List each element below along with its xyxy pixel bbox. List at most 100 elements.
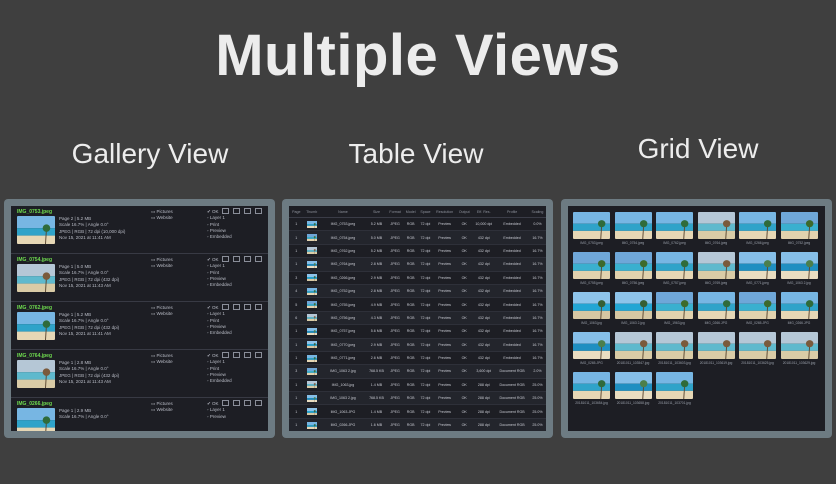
grid-thumbnail[interactable] bbox=[573, 372, 610, 399]
table-row[interactable]: 1 IMG_0753.jpeg 5.2 MB JPEG RGB 72 dpi Preview… bbox=[289, 217, 546, 232]
edit-icon[interactable] bbox=[244, 256, 251, 262]
grid-thumbnail[interactable] bbox=[697, 212, 735, 239]
column-header[interactable]: Eff. Res. bbox=[472, 206, 496, 218]
grid-thumbnail[interactable] bbox=[656, 252, 693, 279]
table-row[interactable]: 3 IMG_0266.jpeg 2.9 MB JPEG RGB 72 dpi Preview… bbox=[289, 271, 546, 285]
menu-icon[interactable] bbox=[255, 400, 262, 406]
grid-thumbnail[interactable] bbox=[780, 332, 818, 359]
menu-icon[interactable] bbox=[255, 208, 262, 214]
table-row[interactable]: 1 IMG_0771.jpeg 2.6 MB JPEG RGB 72 dpi Preview… bbox=[289, 351, 546, 366]
folder-icon[interactable] bbox=[233, 352, 240, 358]
link-icon[interactable] bbox=[222, 400, 229, 406]
column-header[interactable]: Name bbox=[319, 206, 367, 218]
table-row[interactable]: 1 IMG_1063.JPG 1.4 MB JPEG RGB 72 dpi Preview O… bbox=[289, 404, 546, 419]
grid-item[interactable]: IMG_0754.jpeg bbox=[614, 212, 652, 245]
grid-item[interactable]: 20181011_103701.jpg bbox=[656, 372, 693, 405]
grid-thumbnail[interactable] bbox=[614, 292, 652, 319]
column-header[interactable]: Thumb bbox=[303, 206, 320, 218]
menu-icon[interactable] bbox=[255, 304, 262, 310]
column-header[interactable]: Scaling bbox=[528, 206, 546, 218]
grid-thumbnail[interactable] bbox=[739, 332, 776, 359]
grid-item[interactable]: IMG_0756.jpeg bbox=[614, 252, 652, 285]
grid-item[interactable]: IMG_0266.jpeg bbox=[739, 212, 776, 245]
table-row[interactable]: 1 IMG_1063.jpg 1.4 MB JPEG RGB 72 dpi Preview O… bbox=[289, 378, 546, 393]
folder-icon[interactable] bbox=[233, 400, 240, 406]
table-row[interactable]: 1 IMG_0754.jpeg 5.0 MB JPEG RGB 72 dpi Preview… bbox=[289, 230, 546, 245]
grid-thumbnail[interactable] bbox=[614, 252, 652, 279]
grid-thumbnail[interactable] bbox=[739, 292, 776, 319]
grid-item[interactable]: IMG_0762.jpeg bbox=[656, 212, 693, 245]
grid-thumbnail[interactable] bbox=[697, 292, 735, 319]
gallery-item[interactable]: IMG_0762.jpeg Page 1 | 5.2 MB Scale 16.7% … bbox=[11, 302, 268, 350]
grid-item[interactable]: IMG_0755.jpeg bbox=[573, 252, 610, 285]
link-icon[interactable] bbox=[222, 304, 229, 310]
grid-thumbnail[interactable] bbox=[656, 292, 693, 319]
edit-icon[interactable] bbox=[244, 208, 251, 214]
table-row[interactable]: 6 IMG_0756.jpeg 4.3 MB JPEG RGB 72 dpi Preview… bbox=[289, 311, 546, 326]
grid-item[interactable]: 20181011_103547.jpg bbox=[614, 332, 652, 365]
column-header[interactable]: Profile bbox=[495, 206, 529, 218]
grid-thumbnail[interactable] bbox=[656, 372, 693, 399]
grid-item[interactable]: 20181011_103654.jpg bbox=[573, 372, 610, 405]
folder-icon[interactable] bbox=[233, 256, 240, 262]
column-header[interactable]: Model bbox=[403, 206, 418, 218]
table-row[interactable]: 1 IMG_0764.jpeg 2.8 MB JPEG RGB 72 dpi Preview… bbox=[289, 257, 546, 272]
link-icon[interactable] bbox=[222, 208, 229, 214]
table-row[interactable]: 1 IMG_1063 2.jpg 768.5 KB JPEG RGB 72 dpi Prev… bbox=[289, 391, 546, 406]
grid-item[interactable]: IMG_1063 2.jpg bbox=[614, 292, 652, 325]
grid-item[interactable]: IMG_0769.jpeg bbox=[697, 252, 735, 285]
grid-item[interactable]: IMG_0764.jpeg bbox=[697, 212, 735, 245]
grid-item[interactable]: IMG_0266.JPG bbox=[780, 292, 818, 325]
grid-item[interactable]: IMG_0757.jpeg bbox=[656, 252, 693, 285]
table-row[interactable]: 4 IMG_0752.jpeg 2.8 MB JPEG RGB 72 dpi Preview… bbox=[289, 284, 546, 299]
table-row[interactable]: 3 IMG_1063 2.jpg 768.5 KB JPEG RGB 72 dpi Prev… bbox=[289, 364, 546, 379]
grid-item[interactable]: IMG_0266.JPG bbox=[697, 292, 735, 325]
grid-item[interactable]: IMG_0771.jpeg bbox=[739, 252, 776, 285]
grid-thumbnail[interactable] bbox=[780, 252, 818, 279]
grid-thumbnail[interactable] bbox=[697, 332, 735, 359]
gallery-thumbnail[interactable] bbox=[17, 360, 55, 388]
grid-thumbnail[interactable] bbox=[614, 372, 652, 399]
gallery-item[interactable]: IMG_0266.jpeg Page 1 | 2.9 MB Scale 16.7% … bbox=[11, 398, 268, 431]
edit-icon[interactable] bbox=[244, 400, 251, 406]
column-header[interactable]: Size bbox=[366, 206, 387, 218]
table-row[interactable]: 1 IMG_0770.jpeg 2.9 MB JPEG RGB 72 dpi Preview… bbox=[289, 338, 546, 352]
grid-thumbnail[interactable] bbox=[573, 252, 610, 279]
grid-thumbnail[interactable] bbox=[573, 332, 610, 359]
column-header[interactable]: Page bbox=[289, 206, 304, 218]
grid-item[interactable]: 20181011_103625.jpg bbox=[739, 332, 776, 365]
table-row[interactable]: 1 IMG_0757.jpeg 5.6 MB JPEG RGB 72 dpi Preview… bbox=[289, 324, 546, 339]
grid-thumbnail[interactable] bbox=[656, 332, 693, 359]
grid-thumbnail[interactable] bbox=[573, 292, 610, 319]
grid-item[interactable]: IMG_0752.jpeg bbox=[780, 212, 818, 245]
link-icon[interactable] bbox=[222, 352, 229, 358]
link-icon[interactable] bbox=[222, 256, 229, 262]
gallery-item[interactable]: IMG_0753.jpeg Page 2 | 5.2 MB Scale 16.7% … bbox=[11, 206, 268, 254]
menu-icon[interactable] bbox=[255, 352, 262, 358]
grid-thumbnail[interactable] bbox=[739, 252, 776, 279]
edit-icon[interactable] bbox=[244, 304, 251, 310]
grid-thumbnail[interactable] bbox=[780, 292, 818, 319]
grid-item[interactable]: IMG_1063.jpg bbox=[573, 292, 610, 325]
grid-item[interactable]: IMG_1063 2.jpg bbox=[780, 252, 818, 285]
grid-item[interactable]: 20181011_103658.jpg bbox=[614, 372, 652, 405]
folder-icon[interactable] bbox=[233, 304, 240, 310]
column-header[interactable]: Format bbox=[386, 206, 404, 218]
menu-icon[interactable] bbox=[255, 256, 262, 262]
gallery-item[interactable]: IMG_0754.jpeg Page 1 | 5.0 MB Scale 16.7% … bbox=[11, 254, 268, 302]
column-header[interactable]: Space bbox=[417, 206, 433, 218]
grid-thumbnail[interactable] bbox=[573, 212, 610, 239]
gallery-thumbnail[interactable] bbox=[17, 216, 55, 244]
gallery-thumbnail[interactable] bbox=[17, 408, 55, 431]
grid-item[interactable]: IMG_0753.jpeg bbox=[573, 212, 610, 245]
column-header[interactable]: Output bbox=[456, 206, 473, 218]
grid-item[interactable]: 20181011_103629.jpg bbox=[780, 332, 818, 365]
grid-thumbnail[interactable] bbox=[739, 212, 776, 239]
grid-thumbnail[interactable] bbox=[656, 212, 693, 239]
grid-thumbnail[interactable] bbox=[697, 252, 735, 279]
grid-item[interactable]: IMG_0265.JPG bbox=[573, 332, 610, 365]
table-row[interactable]: 1 IMG_0762.jpeg 5.2 MB JPEG RGB 72 dpi Preview… bbox=[289, 244, 546, 259]
gallery-thumbnail[interactable] bbox=[17, 264, 55, 292]
table-row[interactable]: 1 IMG_0266.JPG 1.6 MB JPEG RGB 72 dpi Preview O… bbox=[289, 418, 546, 431]
gallery-thumbnail[interactable] bbox=[17, 312, 55, 340]
